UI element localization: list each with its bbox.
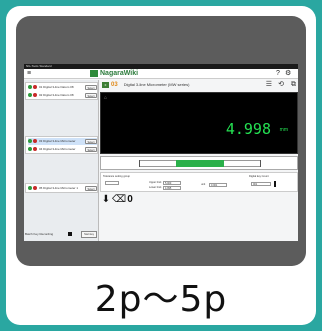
lower-limit-field[interactable]: 4.995 bbox=[163, 186, 181, 190]
device-group-3: 05 Digital 3-line Micrometer 1 Select bbox=[25, 183, 98, 193]
count-indicator-icon bbox=[274, 181, 276, 187]
measurement-unit: mm bbox=[279, 127, 288, 133]
device-item[interactable]: 04 Digital 3-line Micrometer Select bbox=[28, 146, 97, 153]
status-green-icon bbox=[28, 186, 32, 191]
select-button[interactable]: Select bbox=[85, 147, 97, 152]
gauge-lower-marker bbox=[139, 160, 140, 167]
upper-limit-label: Upper limit bbox=[149, 181, 162, 184]
status-red-icon bbox=[33, 147, 37, 152]
status-green-icon bbox=[28, 85, 32, 90]
tolerance-group-label: Tolerance setting group bbox=[103, 175, 130, 178]
device-group-1: 01 Digital 3-line Datum 08 Select 02 Digi… bbox=[25, 82, 98, 100]
status-red-icon bbox=[33, 139, 37, 144]
device-title-bar: ≡ 03 Digital 3-line Micrometer (MW series)… bbox=[100, 80, 298, 90]
app-header: ≡ NagaraWiki ? ⚙ bbox=[24, 69, 298, 79]
unit-label: unit bbox=[201, 183, 206, 186]
key-count-label: Digital key Count bbox=[249, 175, 269, 178]
gear-icon[interactable]: ⚙ bbox=[285, 70, 291, 78]
tolerance-select[interactable] bbox=[105, 181, 119, 185]
lower-limit-label: Lower limit bbox=[149, 186, 162, 189]
tool-row: ⬇ ⌫0 bbox=[100, 194, 150, 206]
device-item-selected[interactable]: 03 Digital 3-line Micrometer Select bbox=[28, 138, 97, 145]
gauge-upper-marker bbox=[260, 160, 261, 167]
measurement-reading: 4.998 bbox=[225, 120, 271, 138]
status-red-icon bbox=[33, 93, 37, 98]
upper-limit-field[interactable]: 5.000 bbox=[163, 181, 181, 185]
brand-logo: NagaraWiki bbox=[90, 70, 138, 78]
record-indicator-icon bbox=[68, 232, 72, 236]
gauge-fill bbox=[176, 160, 224, 167]
history-icon[interactable]: ⟲ bbox=[278, 80, 284, 90]
app-window: NG-Tools Standard ≡ NagaraWiki ? ⚙ 01 Di… bbox=[24, 64, 298, 241]
status-green-icon bbox=[28, 147, 32, 152]
status-green-icon bbox=[28, 139, 32, 144]
device-group-2: 03 Digital 3-line Micrometer Select 04 Di… bbox=[25, 136, 98, 154]
status-red-icon bbox=[33, 186, 37, 191]
select-button[interactable]: Select bbox=[85, 186, 97, 191]
device-sidebar: 01 Digital 3-line Datum 08 Select 02 Digi… bbox=[24, 80, 99, 241]
select-button[interactable]: Select bbox=[85, 85, 97, 90]
select-button[interactable]: Select bbox=[85, 93, 97, 98]
unit-field[interactable]: 0.001 bbox=[209, 183, 227, 187]
device-item[interactable]: 05 Digital 3-line Micrometer 1 Select bbox=[28, 185, 97, 192]
download-icon[interactable]: ⬇ bbox=[100, 194, 112, 206]
tolerance-gauge bbox=[100, 156, 298, 170]
help-icon[interactable]: ? bbox=[276, 70, 280, 78]
micrometer-icon: ≡ bbox=[102, 82, 109, 88]
logo-mark-icon bbox=[90, 70, 98, 77]
key-count-field[interactable]: 001 bbox=[251, 182, 271, 186]
device-item[interactable]: 02 Digital 3-line Datum 08 Select bbox=[28, 92, 97, 99]
zero-icon[interactable]: 0 bbox=[124, 194, 136, 206]
main-area: ≡ 03 Digital 3-line Micrometer (MW series)… bbox=[100, 80, 298, 241]
device-item[interactable]: 01 Digital 3-line Datum 08 Select bbox=[28, 84, 97, 91]
batch-key-row: Batch Key Recording Start key bbox=[25, 229, 98, 239]
status-red-icon bbox=[33, 85, 37, 90]
status-green-icon bbox=[28, 93, 32, 98]
settings-panel: Tolerance setting group Upper limit 5.00… bbox=[100, 172, 298, 192]
list-icon[interactable]: ☰ bbox=[266, 80, 272, 90]
export-icon[interactable]: ⧉ bbox=[291, 80, 296, 90]
eraser-icon[interactable]: ⌫ bbox=[112, 194, 126, 206]
measurement-display: ⌂ 4.998 mm bbox=[100, 92, 298, 154]
start-key-button[interactable]: Start key bbox=[81, 231, 97, 238]
page-range-caption: 2p〜5p bbox=[94, 279, 228, 320]
home-icon[interactable]: ≡ bbox=[27, 70, 31, 78]
select-button[interactable]: Select bbox=[85, 139, 97, 144]
lock-icon: ⌂ bbox=[104, 95, 108, 101]
